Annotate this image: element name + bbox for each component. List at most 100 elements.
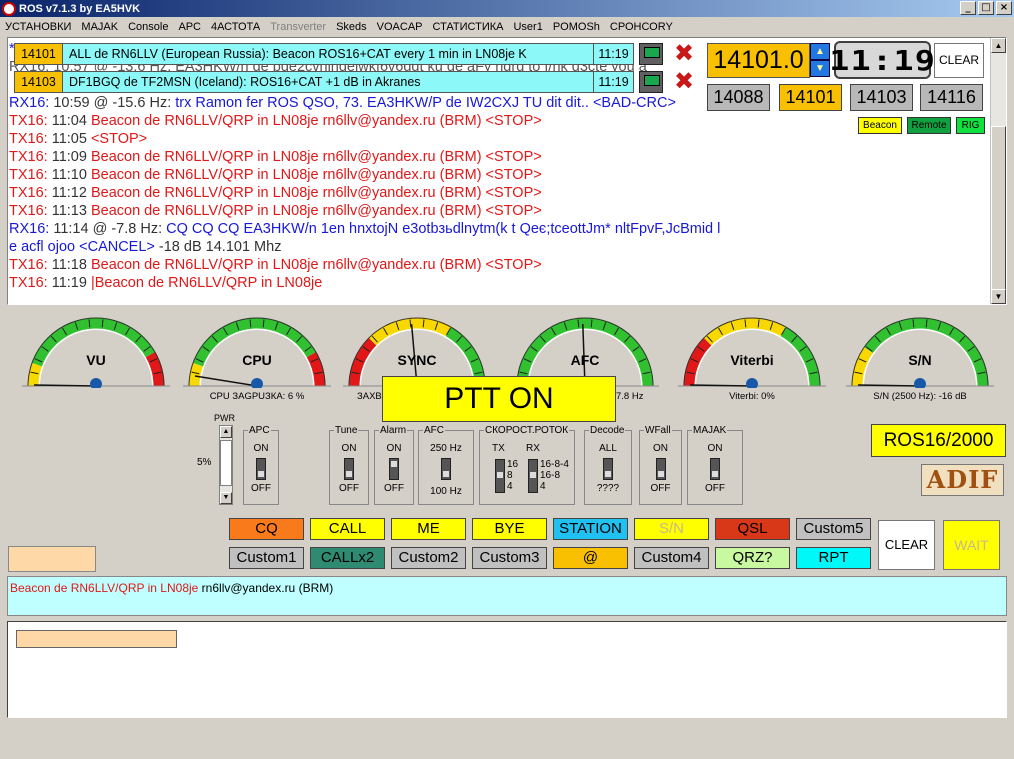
menu-item[interactable]: Skeds: [331, 21, 372, 33]
menu-item[interactable]: УСТАНОВКИ: [0, 21, 76, 33]
macro-cq-button[interactable]: CQ: [229, 518, 304, 540]
menu-item[interactable]: POMOSh: [548, 21, 605, 33]
clear-tx-button[interactable]: CLEAR: [878, 520, 935, 570]
rx-segment: 11:09: [47, 149, 91, 165]
rx-segment: Beacon de RN6LLV/QRP in LN08je rn6llv@ya…: [90, 203, 542, 219]
menu-item[interactable]: 4АСТОТА: [206, 21, 265, 33]
computer-icon[interactable]: [639, 43, 663, 65]
group-title: MAJAK: [692, 425, 728, 436]
pwr-thumb[interactable]: [220, 440, 232, 486]
macro-bye-button[interactable]: BYE: [472, 518, 547, 540]
rx-speed-values: 16-8-4 16-8 4: [540, 459, 569, 492]
macro-call-button[interactable]: CALL: [310, 518, 385, 540]
rig-indicator[interactable]: RIG: [956, 117, 985, 134]
menu-item[interactable]: СТАТИСТИКА: [428, 21, 509, 33]
computer-icon[interactable]: [639, 71, 663, 93]
meter-viterbi: Viterbi: [678, 312, 826, 388]
rx-segment: |Beacon de RN6LLV/QRP in LN08je: [90, 275, 323, 291]
macro-qsl-button[interactable]: QSL: [715, 518, 790, 540]
pwr-up-icon[interactable]: ▲: [220, 426, 232, 438]
on-label: ON: [253, 443, 269, 454]
delete-icon[interactable]: ✖: [672, 69, 696, 93]
macro-custom1-button[interactable]: Custom1: [229, 547, 304, 569]
macro-rpt-button[interactable]: RPT: [796, 547, 871, 569]
afc-toggle[interactable]: [441, 458, 451, 480]
mode-button[interactable]: ROS16/2000: [871, 424, 1006, 457]
frequency-display[interactable]: 14101.0: [707, 43, 810, 78]
apc-toggle[interactable]: [256, 458, 266, 480]
frequency-spinner[interactable]: ▲ ▼: [810, 43, 830, 78]
freq-up-icon[interactable]: ▲: [810, 43, 830, 60]
tx-input-field[interactable]: [16, 630, 177, 648]
rx-line: e acfl ojoo <CANCEL> -18 dB 14.101 Mhz: [9, 238, 281, 256]
meter-title: AFC: [570, 352, 600, 368]
macro-custom2-button[interactable]: Custom2: [391, 547, 466, 569]
call-row[interactable]: 14103 DF1BGQ de TF2MSN (Iceland): ROS16+…: [14, 71, 634, 93]
menu-item[interactable]: Transverter: [265, 21, 331, 33]
freq-down-icon[interactable]: ▼: [810, 60, 830, 77]
delete-icon[interactable]: ✖: [672, 41, 696, 65]
call-row-time: 11:19: [593, 44, 633, 64]
menu-item[interactable]: Console: [123, 21, 173, 33]
tune-toggle[interactable]: [344, 458, 354, 480]
scroll-down-icon[interactable]: ▼: [991, 289, 1006, 304]
majak-toggle[interactable]: [710, 458, 720, 480]
macro-custom5-button[interactable]: Custom5: [796, 518, 871, 540]
macro-qrz-button[interactable]: QRZ?: [715, 547, 790, 569]
macro-custom4-button[interactable]: Custom4: [634, 547, 709, 569]
rx-speed-toggle[interactable]: [528, 459, 538, 493]
menu-item[interactable]: MAJAK: [76, 21, 123, 33]
preset-14103-button[interactable]: 14103: [850, 84, 913, 111]
rx-segment: 11:05: [47, 131, 91, 147]
macro-at-button[interactable]: @: [553, 547, 628, 569]
scroll-thumb[interactable]: [991, 126, 1006, 294]
macro-station-button[interactable]: STATION: [553, 518, 628, 540]
preset-14101-button[interactable]: 14101: [779, 84, 842, 111]
wait-button[interactable]: WAIT: [943, 520, 1000, 570]
pwr-slider[interactable]: ▲ ▼: [219, 425, 233, 505]
minimize-button[interactable]: _: [960, 1, 976, 15]
macro-callx2-button[interactable]: CALLx2: [310, 547, 385, 569]
clear-rx-button[interactable]: CLEAR: [934, 43, 984, 78]
rx-scrollbar[interactable]: ▲ ▼: [990, 38, 1006, 304]
menu-bar: УСТАНОВКИ MAJAK Console АРС 4АСТОТА Transvert…: [0, 17, 1014, 36]
call-row-text: ALL de RN6LLV (European Russia): Beacon …: [69, 47, 527, 61]
preset-14088-button[interactable]: 14088: [707, 84, 770, 111]
pwr-value: 5%: [197, 457, 212, 468]
meter-title: VU: [86, 352, 106, 368]
scroll-up-icon[interactable]: ▲: [991, 38, 1006, 53]
off-label: OFF: [251, 483, 271, 494]
alarm-toggle[interactable]: [389, 458, 399, 480]
call-row[interactable]: 14101 ALL de RN6LLV (European Russia): B…: [14, 43, 634, 65]
macro-me-button[interactable]: ME: [391, 518, 466, 540]
close-button[interactable]: ×: [996, 1, 1012, 15]
macro-custom3-button[interactable]: Custom3: [472, 547, 547, 569]
tx-edit-area[interactable]: [7, 621, 1007, 718]
macro-sn-button[interactable]: S/N: [634, 518, 709, 540]
pwr-down-icon[interactable]: ▼: [220, 492, 232, 504]
menu-item[interactable]: СРОНСОRY: [605, 21, 678, 33]
menu-item[interactable]: VOACAP: [372, 21, 428, 33]
adif-button[interactable]: ADIF: [921, 464, 1004, 496]
wfall-toggle[interactable]: [656, 458, 666, 480]
rx-segment: TX16:: [9, 131, 48, 147]
preset-14116-button[interactable]: 14116: [920, 84, 983, 111]
rx-line: TX16: 11:04 Beacon de RN6LLV/QRP in LN08…: [9, 112, 542, 130]
rx-line: TX16: 11:13 Beacon de RN6LLV/QRP in LN08…: [9, 202, 542, 220]
on-label: ON: [341, 443, 357, 454]
speed-switch-group: СКОРОСТ.РОТОК TX RX 16 8 4 16-8-4 16-8 4: [479, 425, 575, 505]
tx-speed-toggle[interactable]: [495, 459, 505, 493]
rx-segment: TX16:: [9, 149, 48, 165]
callsign-input[interactable]: [8, 546, 96, 572]
meter-vu: VU: [22, 312, 170, 388]
remote-indicator[interactable]: Remote: [907, 117, 951, 134]
decode-toggle[interactable]: [603, 458, 613, 480]
rx-line: TX16: 11:09 Beacon de RN6LLV/QRP in LN08…: [9, 148, 542, 166]
window-title: ROS v7.1.3 by EA5HVK: [19, 2, 141, 15]
rx-segment: 11:12: [47, 185, 91, 201]
maximize-button[interactable]: □: [978, 1, 994, 15]
rx-segment: TX16:: [9, 203, 48, 219]
menu-item[interactable]: User1: [508, 21, 547, 33]
beacon-indicator[interactable]: Beacon: [858, 117, 902, 134]
menu-item[interactable]: АРС: [173, 21, 206, 33]
